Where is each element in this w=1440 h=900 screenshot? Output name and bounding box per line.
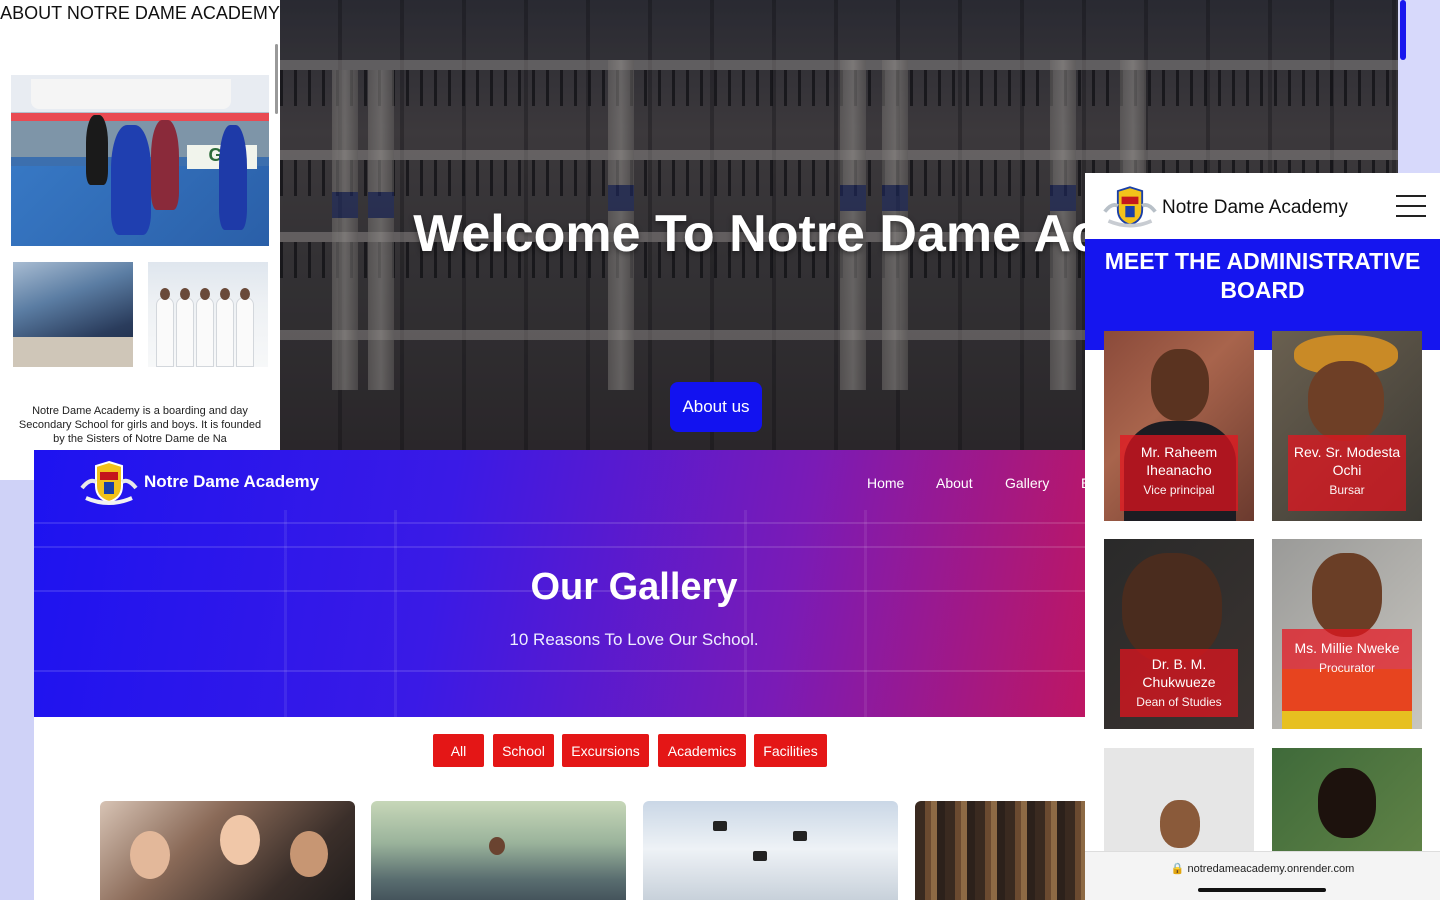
member-role: Procurator: [1318, 661, 1376, 675]
face-shape: [1160, 800, 1200, 848]
person-shape: [156, 288, 174, 367]
face-shape: [1122, 553, 1222, 663]
cap-shape: [793, 831, 807, 841]
board-title: MEET THE ADMINISTRATIVE BOARD: [1104, 248, 1421, 303]
basketball-photo: GA: [11, 75, 269, 246]
browser-url-bar[interactable]: 🔒 notredameacademy.onrender.com: [1085, 851, 1440, 900]
face-shape: [1151, 349, 1209, 421]
crest-logo[interactable]: [78, 458, 140, 506]
face-shape: [130, 831, 170, 879]
face-shape: [1312, 553, 1382, 637]
board-card[interactable]: Rev. Sr. Modesta Ochi Bursar: [1272, 331, 1422, 521]
person-shape: [236, 288, 254, 367]
building-line: [34, 546, 1104, 548]
member-name: Ms. Millie Nweke: [1294, 640, 1400, 656]
desk-shape: [13, 337, 133, 367]
gallery-hero: Notre Dame Academy Home About Gallery E …: [34, 450, 1104, 717]
board-card[interactable]: Mr. Raheem Iheanacho Vice principal: [1104, 331, 1254, 521]
cap-shape: [753, 851, 767, 861]
board-card[interactable]: Dr. B. M. Chukwueze Dean of Studies: [1104, 539, 1254, 729]
building-column: [864, 510, 867, 717]
building-column: [284, 510, 287, 717]
member-tag: Dr. B. M. Chukwueze Dean of Studies: [1120, 649, 1238, 717]
member-role: Vice principal: [1143, 483, 1215, 497]
url-value: notredameacademy.onrender.com: [1187, 863, 1355, 875]
building-column: [394, 510, 397, 717]
building-line: [34, 670, 1104, 672]
url-text[interactable]: 🔒 notredameacademy.onrender.com: [1085, 862, 1440, 875]
building-column: [744, 510, 747, 717]
about-us-button[interactable]: About us: [670, 382, 762, 432]
tent-shape: [31, 79, 231, 109]
nav-gallery[interactable]: Gallery: [1005, 475, 1049, 491]
player-shape: [86, 115, 108, 185]
site-brand[interactable]: Notre Dame Academy: [1162, 197, 1348, 219]
home-indicator[interactable]: [1198, 888, 1326, 892]
site-brand[interactable]: Notre Dame Academy: [144, 472, 319, 492]
gallery-thumb-graduation[interactable]: [643, 801, 898, 900]
member-name: Rev. Sr. Modesta Ochi: [1293, 444, 1401, 478]
member-tag: Rev. Sr. Modesta Ochi Bursar: [1288, 435, 1406, 511]
gallery-thumb-classroom[interactable]: [371, 801, 626, 900]
hair-shape: [1318, 768, 1376, 838]
filter-facilities[interactable]: Facilities: [754, 734, 827, 767]
person-shape: [196, 288, 214, 367]
filter-all[interactable]: All: [433, 734, 484, 767]
gallery-thumb-library[interactable]: [915, 801, 1104, 900]
lock-icon: 🔒: [1170, 863, 1185, 875]
banner-shape: [11, 113, 269, 121]
scrollbar-thumb[interactable]: [1400, 0, 1406, 60]
mobile-header: Notre Dame Academy: [1085, 173, 1440, 239]
nav-about[interactable]: About: [936, 475, 973, 491]
member-name: Dr. B. M. Chukwueze: [1142, 656, 1216, 690]
face-shape: [220, 815, 260, 865]
person-shape: [216, 288, 234, 367]
about-text: Notre Dame Academy is a boarding and day…: [18, 405, 262, 445]
hamburger-menu-icon[interactable]: [1396, 195, 1426, 219]
gallery-page: Notre Dame Academy Home About Gallery E …: [34, 450, 1104, 900]
board-card[interactable]: Ms. Millie Nweke Procurator: [1272, 539, 1422, 729]
face-shape: [489, 837, 505, 855]
filter-excursions[interactable]: Excursions: [562, 734, 649, 767]
player-shape: [111, 125, 151, 235]
member-tag: Ms. Millie Nweke Procurator: [1282, 629, 1412, 711]
nav-home[interactable]: Home: [867, 475, 904, 491]
laboratory-photo: [148, 262, 268, 367]
crest-logo[interactable]: [1101, 183, 1159, 229]
person-shape: [176, 288, 194, 367]
building-line: [34, 522, 1104, 524]
about-section: ABOUT NOTRE DAME ACADEMY GA Notre Dame A…: [0, 0, 280, 480]
gallery-subtitle: 10 Reasons To Love Our School.: [509, 630, 759, 649]
face-shape: [290, 831, 328, 877]
about-title: ABOUT NOTRE DAME ACADEMY: [0, 3, 280, 23]
member-role: Dean of Studies: [1136, 695, 1222, 709]
scrollbar-thumb[interactable]: [275, 44, 278, 114]
classroom-photo: [13, 262, 133, 367]
player-shape: [219, 125, 247, 230]
filter-school[interactable]: School: [493, 734, 554, 767]
gallery-title: Our Gallery: [530, 566, 738, 608]
background-strip: [1398, 0, 1440, 175]
member-tag: Mr. Raheem Iheanacho Vice principal: [1120, 435, 1238, 511]
player-shape: [151, 120, 179, 210]
gallery-thumb-students[interactable]: [100, 801, 355, 900]
member-name: Mr. Raheem Iheanacho: [1140, 444, 1218, 478]
member-role: Bursar: [1329, 483, 1365, 497]
filter-academics[interactable]: Academics: [658, 734, 746, 767]
face-shape: [1308, 361, 1384, 441]
board-section: Notre Dame Academy MEET THE ADMINISTRATI…: [1085, 173, 1440, 900]
cap-shape: [713, 821, 727, 831]
